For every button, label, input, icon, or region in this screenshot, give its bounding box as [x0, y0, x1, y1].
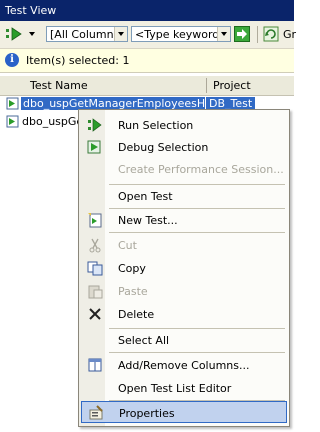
menu-item-label: New Test...	[118, 214, 178, 227]
refresh-button[interactable]	[263, 26, 279, 42]
menu-item-label: Add/Remove Columns...	[118, 359, 250, 372]
menu-item-label: Create Performance Session...	[118, 163, 284, 176]
menu-item-label: Select All	[118, 334, 170, 347]
new-test-icon	[88, 213, 102, 228]
keyword-search-box[interactable]: <Type keyword>	[131, 26, 231, 42]
menu-item-label: Delete	[118, 308, 155, 321]
paste-icon	[88, 285, 103, 299]
group-by-label[interactable]: Gr	[283, 28, 296, 41]
menu-item-add-remove-columns[interactable]: Add/Remove Columns...	[81, 354, 287, 376]
chevron-down-icon[interactable]	[217, 27, 230, 41]
column-header-test-name[interactable]: Test Name	[30, 79, 88, 92]
window-title: Test View	[5, 4, 57, 17]
menu-item-create-performance-session[interactable]: Create Performance Session...	[81, 158, 287, 180]
column-header-project[interactable]: Project	[213, 79, 251, 92]
toolbar-separator	[257, 26, 258, 43]
menu-item-label: Paste	[118, 285, 148, 298]
menu-item-select-all[interactable]: Select All	[81, 329, 287, 351]
menu-item-label: Debug Selection	[118, 141, 209, 154]
selection-info-bar: i Item(s) selected: 1	[0, 49, 294, 73]
menu-separator	[109, 352, 285, 353]
menu-separator	[109, 232, 285, 233]
go-arrow-icon	[237, 29, 247, 39]
columns-dropdown[interactable]: [All Columns]	[46, 26, 128, 42]
delete-icon	[89, 308, 101, 320]
menu-item-new-test[interactable]: New Test...	[81, 209, 287, 231]
refresh-icon	[263, 26, 279, 42]
unit-test-icon	[6, 97, 19, 110]
copy-icon	[87, 261, 103, 276]
info-icon: i	[5, 53, 19, 67]
menu-item-delete[interactable]: Delete	[81, 303, 287, 325]
menu-item-label: Open Test	[118, 190, 173, 203]
column-divider[interactable]	[206, 78, 207, 93]
column-header-row: Test Name Project	[0, 76, 294, 96]
menu-item-label: Run Selection	[118, 119, 194, 132]
menu-item-label: Open Test List Editor	[118, 382, 232, 395]
menu-item-cut[interactable]: Cut	[81, 234, 287, 256]
selection-count-text: Item(s) selected: 1	[26, 54, 130, 67]
toolbar: [All Columns] <Type keyword> Gr	[0, 21, 296, 49]
properties-icon	[89, 405, 103, 420]
menu-item-properties[interactable]: Properties	[81, 401, 287, 423]
context-menu: Run Selection Debug Selection Create Per…	[78, 109, 290, 427]
chevron-down-icon[interactable]	[114, 27, 127, 41]
menu-item-label: Properties	[119, 407, 175, 420]
cut-icon	[89, 238, 101, 253]
columns-icon	[88, 358, 102, 372]
keyword-placeholder: <Type keyword>	[135, 28, 229, 41]
debug-icon	[87, 140, 101, 154]
test-name-cell: dbo_uspGe	[22, 115, 84, 128]
menu-item-run-selection[interactable]: Run Selection	[81, 114, 287, 136]
go-button[interactable]	[234, 26, 250, 42]
window-title-bar[interactable]: Test View	[0, 0, 294, 21]
run-icon	[88, 118, 102, 132]
menu-item-copy[interactable]: Copy	[81, 257, 287, 279]
unit-test-icon	[6, 115, 19, 128]
menu-item-label: Copy	[118, 262, 146, 275]
run-tests-button[interactable]	[4, 26, 40, 43]
menu-item-open-test[interactable]: Open Test	[81, 185, 287, 207]
columns-dropdown-value: [All Columns]	[50, 28, 124, 41]
menu-item-label: Cut	[118, 239, 137, 252]
run-tests-icon	[6, 27, 35, 41]
menu-item-debug-selection[interactable]: Debug Selection	[81, 136, 287, 158]
menu-item-paste[interactable]: Paste	[81, 280, 287, 302]
menu-item-open-test-list-editor[interactable]: Open Test List Editor	[81, 377, 287, 399]
